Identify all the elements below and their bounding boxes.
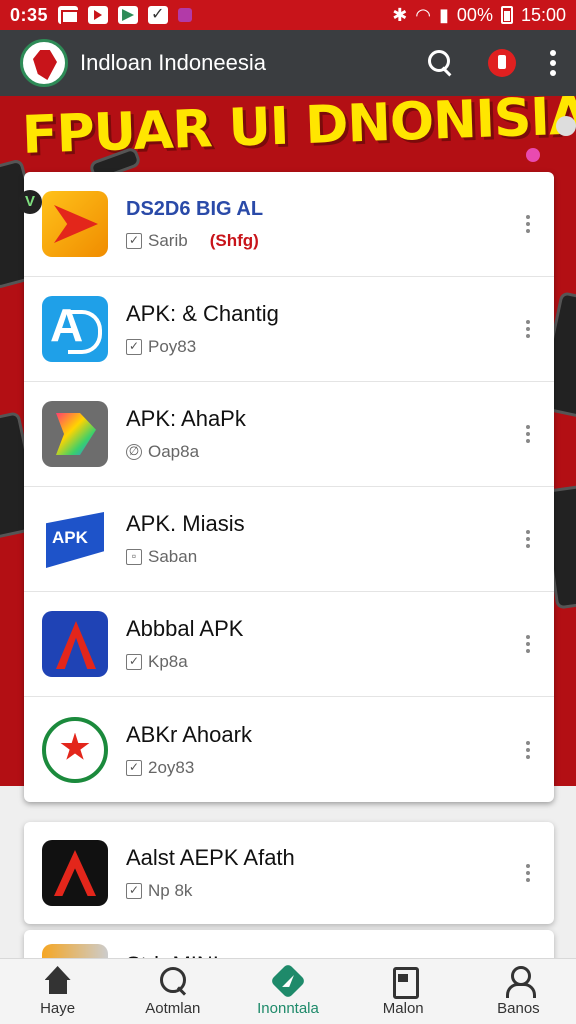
nav-label: Haye — [40, 1000, 76, 1017]
app-meta: ∅ Oap8a — [126, 442, 246, 462]
list-item[interactable]: Aalst AEPK Afath ✓ Np 8k — [24, 822, 554, 924]
list-item[interactable]: ABKr Ahoark ✓ 2oy83 — [24, 697, 554, 802]
nav-docs[interactable]: Malon — [346, 959, 461, 1024]
list-item[interactable]: APK: AhaPk ∅ Oap8a — [24, 382, 554, 487]
more-options-icon[interactable] — [526, 320, 530, 338]
app-title: Indloan Indoneesia — [80, 50, 266, 75]
list-item[interactable]: APK: & Chantig ✓ Poy83 — [24, 277, 554, 382]
app-meta: ▫ Saban — [126, 547, 245, 567]
link-icon: ∅ — [126, 444, 142, 460]
checkbox-icon: ✓ — [126, 232, 142, 249]
black-a-icon — [42, 840, 108, 906]
nav-label: Inonntala — [257, 1000, 319, 1017]
more-options-icon[interactable] — [526, 740, 530, 759]
more-options-icon[interactable] — [526, 215, 530, 233]
notification-dot-icon — [178, 8, 193, 22]
checkbox-icon: ✓ — [126, 759, 142, 776]
check-icon — [148, 4, 169, 24]
app-sub: Saban — [148, 547, 198, 566]
notification-icon[interactable] — [488, 49, 516, 77]
bottom-navigation: Haye Aotmlan Inonntala Malon Banos — [0, 958, 576, 1024]
nav-label: Aotmlan — [145, 1000, 201, 1017]
nav-explore[interactable]: Aotmlan — [115, 959, 230, 1024]
mail-icon — [58, 6, 80, 24]
app-meta: ✓ 2oy83 — [126, 758, 252, 778]
search-icon — [158, 966, 188, 996]
search-icon[interactable] — [428, 50, 454, 76]
more-options-icon[interactable] — [526, 425, 530, 443]
nav-label: Banos — [497, 1000, 540, 1017]
list-item[interactable]: APK. Miasis ▫ Saban — [24, 487, 554, 592]
checkbox-icon: ✓ — [126, 339, 142, 355]
orange-play-icon — [42, 191, 108, 257]
signal-icon: ▮ — [439, 4, 449, 25]
doc-icon — [388, 966, 420, 999]
app-meta: ✓ Sarib (Shfg) — [126, 231, 263, 251]
status-time: 0:35 — [10, 4, 49, 25]
app-logo-icon[interactable] — [20, 39, 68, 87]
app-sub: Poy83 — [148, 337, 197, 356]
decorative-dot — [556, 116, 576, 136]
verified-badge-icon: V — [18, 190, 42, 214]
app-name: APK: AhaPk — [126, 406, 246, 431]
list-item[interactable]: DS2D6 BIG AL ✓ Sarib (Shfg) — [24, 172, 554, 277]
play-icon — [88, 6, 109, 24]
app-notification-icon — [118, 6, 139, 24]
app-card[interactable]: Aalst AEPK Afath ✓ Np 8k — [24, 822, 554, 924]
camera-icon: ▫ — [126, 549, 142, 565]
app-list-card: DS2D6 BIG AL ✓ Sarib (Shfg) APK: & Chant… — [24, 172, 554, 802]
status-bar: 0:35 ✱ ◠ ▮ 00% 15:00 — [0, 0, 576, 30]
nav-store[interactable]: Inonntala — [230, 959, 345, 1024]
nav-home[interactable]: Haye — [0, 959, 115, 1024]
battery-percent: 00% — [456, 4, 493, 25]
wifi-icon: ◠ — [415, 4, 432, 25]
nav-profile[interactable]: Banos — [461, 959, 576, 1024]
app-name: DS2D6 BIG AL — [126, 197, 264, 220]
more-options-icon[interactable] — [526, 530, 530, 548]
app-sub: Oap8a — [148, 442, 200, 461]
hero-title: FPUAR UI DNONISIA — [21, 96, 576, 166]
app-meta: ✓ Kp8a — [126, 652, 243, 672]
checkbox-icon: ✓ — [126, 883, 142, 899]
navy-a-icon — [42, 611, 108, 677]
green-star-icon — [42, 716, 108, 783]
store-icon — [269, 962, 307, 1000]
more-options-icon[interactable] — [526, 635, 530, 653]
battery-icon — [500, 6, 513, 24]
app-bar: Indloan Indoneesia — [0, 30, 576, 96]
app-sub: Kp8a — [148, 652, 188, 671]
app-sub: Sarib — [148, 230, 188, 250]
app-meta: ✓ Poy83 — [126, 337, 279, 357]
app-name: APK: & Chantig — [126, 301, 279, 326]
app-name: Abbbal APK — [126, 616, 244, 641]
more-options-icon[interactable] — [550, 50, 556, 76]
checkbox-icon: ✓ — [126, 654, 142, 670]
user-icon — [503, 966, 537, 998]
more-options-icon[interactable] — [526, 864, 530, 882]
list-item[interactable]: Abbbal APK ✓ Kp8a — [24, 592, 554, 697]
bluetooth-icon: ✱ — [392, 4, 408, 25]
app-tag: (Shfg) — [209, 230, 259, 250]
nav-label: Malon — [382, 1000, 424, 1017]
decorative-dot — [526, 148, 540, 162]
gradient-app-icon — [42, 401, 108, 467]
app-name: APK. Miasis — [126, 511, 245, 536]
status-clock: 15:00 — [520, 4, 566, 25]
app-name: Aalst AEPK Afath — [126, 845, 295, 870]
app-sub: Np 8k — [148, 881, 193, 900]
app-name: ABKr Ahoark — [126, 721, 252, 747]
blue-apk-icon — [42, 296, 108, 362]
app-meta: ✓ Np 8k — [126, 881, 295, 901]
home-icon — [43, 966, 73, 996]
app-sub: 2oy83 — [148, 757, 195, 777]
apk-flag-icon — [42, 506, 108, 572]
